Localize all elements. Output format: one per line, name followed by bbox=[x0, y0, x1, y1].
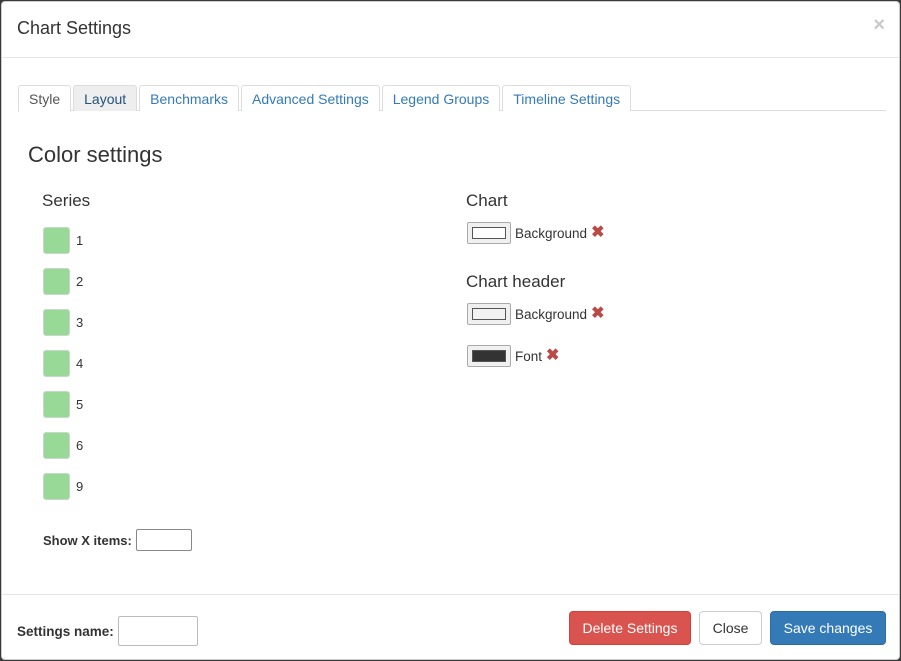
settings-name: Settings name: bbox=[17, 616, 198, 646]
series-number: 2 bbox=[76, 273, 84, 289]
delete-settings-button[interactable]: Delete Settings bbox=[569, 611, 691, 645]
chart-background-color-picker[interactable] bbox=[467, 222, 511, 244]
color-settings-title: Color settings bbox=[28, 142, 163, 167]
save-changes-button[interactable]: Save changes bbox=[770, 611, 886, 645]
show-x-items-input[interactable] bbox=[135, 529, 192, 551]
chart-header-background-row: Background ✖ bbox=[467, 302, 604, 326]
settings-tabs: Style Layout Benchmarks Advanced Setting… bbox=[18, 85, 886, 112]
settings-name-label: Settings name: bbox=[17, 623, 114, 639]
series-row: 3 bbox=[43, 308, 84, 336]
series-row: 1 bbox=[43, 226, 84, 254]
remove-icon[interactable]: ✖ bbox=[591, 306, 604, 322]
chart-header-font-row: Font ✖ bbox=[467, 344, 559, 368]
modal-footer: Settings name: Delete Settings Close Sav… bbox=[2, 594, 899, 660]
remove-icon[interactable]: ✖ bbox=[546, 348, 559, 364]
series-color-swatch[interactable] bbox=[43, 390, 70, 418]
series-color-swatch[interactable] bbox=[43, 472, 70, 500]
chart-settings-modal: Chart Settings × Style Layout Benchmarks… bbox=[1, 1, 900, 660]
show-x-items-label: Show X items: bbox=[43, 532, 132, 548]
series-number: 1 bbox=[76, 232, 84, 248]
series-row: 5 bbox=[43, 390, 84, 418]
series-heading: Series bbox=[42, 191, 91, 210]
close-icon[interactable]: × bbox=[873, 15, 885, 35]
tab-timeline-settings[interactable]: Timeline Settings bbox=[502, 85, 632, 111]
modal-title: Chart Settings bbox=[17, 18, 132, 38]
remove-icon[interactable]: ✖ bbox=[591, 225, 604, 241]
series-color-swatch[interactable] bbox=[43, 431, 70, 459]
tab-benchmarks[interactable]: Benchmarks bbox=[139, 85, 239, 111]
tab-legend-groups[interactable]: Legend Groups bbox=[381, 85, 501, 111]
modal-header: Chart Settings × bbox=[2, 2, 899, 58]
show-x-items: Show X items: bbox=[43, 529, 192, 551]
chart-background-label: Background bbox=[515, 225, 588, 241]
chart-background-row: Background ✖ bbox=[467, 221, 604, 245]
chart-header-font-color-picker[interactable] bbox=[467, 345, 511, 367]
tab-layout[interactable]: Layout bbox=[73, 85, 138, 111]
chart-header-font-swatch bbox=[472, 350, 506, 362]
series-row: 9 bbox=[43, 472, 84, 500]
series-color-swatch[interactable] bbox=[43, 349, 70, 377]
series-number: 5 bbox=[76, 396, 84, 412]
settings-name-input[interactable] bbox=[117, 616, 198, 646]
series-color-swatch[interactable] bbox=[43, 226, 70, 254]
series-number: 6 bbox=[76, 437, 84, 453]
chart-header-font-label: Font bbox=[515, 348, 543, 364]
series-row: 4 bbox=[43, 349, 84, 377]
chart-heading: Chart bbox=[466, 191, 508, 210]
series-number: 9 bbox=[76, 478, 84, 494]
series-color-swatch[interactable] bbox=[43, 308, 70, 336]
chart-header-heading: Chart header bbox=[466, 272, 566, 291]
tab-style[interactable]: Style bbox=[18, 85, 72, 112]
chart-background-swatch bbox=[472, 227, 506, 239]
series-color-swatch[interactable] bbox=[43, 267, 70, 295]
series-number: 4 bbox=[76, 355, 84, 371]
chart-header-background-color-picker[interactable] bbox=[467, 303, 511, 325]
series-number: 3 bbox=[76, 314, 84, 330]
series-row: 2 bbox=[43, 267, 84, 295]
chart-header-background-swatch bbox=[472, 308, 506, 320]
chart-header-background-label: Background bbox=[515, 306, 588, 322]
tab-advanced-settings[interactable]: Advanced Settings bbox=[240, 85, 380, 111]
close-button[interactable]: Close bbox=[699, 611, 762, 645]
series-row: 6 bbox=[43, 431, 84, 459]
